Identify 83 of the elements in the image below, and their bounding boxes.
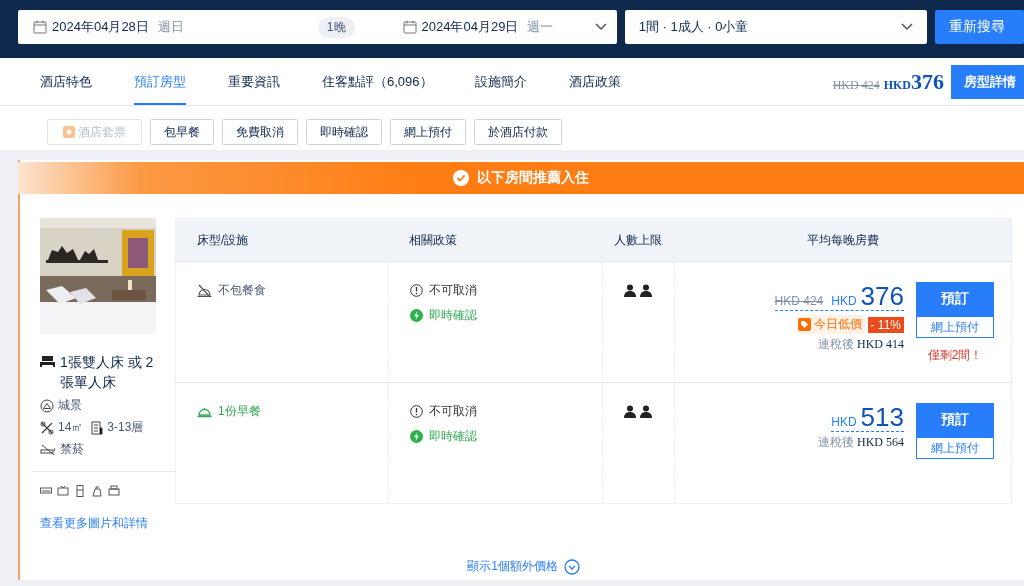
no-meal-icon [197, 283, 212, 298]
chevron-circle-icon [563, 558, 580, 575]
column-header: 人數上限 [602, 218, 674, 262]
original-price: HKD 424 [832, 77, 880, 93]
floor-range: 3-13層 [107, 419, 144, 436]
bed-icon [40, 355, 55, 368]
nav-tab[interactable]: 酒店政策 [568, 58, 621, 105]
calendar-icon [402, 20, 417, 34]
price-value: 513 [860, 403, 904, 431]
prepay-button[interactable]: 網上預付 [916, 316, 994, 338]
person-icon [640, 405, 652, 418]
person-icon [624, 405, 636, 418]
person-icon [640, 284, 652, 297]
lightning-icon [409, 309, 423, 322]
cancellation-policy: 不可取消 [428, 282, 477, 299]
filter-chip[interactable]: 即時確認 [306, 119, 382, 145]
cancellation-policy: 不可取消 [428, 403, 477, 420]
original-price: HKD 424 [774, 294, 824, 308]
instant-confirmation: 即時確認 [428, 428, 477, 445]
show-more-prices-link[interactable]: 顯示1個額外價格 [467, 558, 558, 575]
book-button[interactable]: 預訂 [916, 403, 994, 437]
room-size: 14㎡ [58, 419, 84, 436]
info-icon [409, 405, 423, 418]
tv-icon [57, 485, 69, 497]
fridge-icon [74, 485, 86, 497]
area-icon [40, 420, 54, 435]
meal-plan: 不包餐食 [218, 282, 266, 299]
checkout-date: 2024年04月29日 [421, 18, 519, 36]
cloche-icon [197, 405, 212, 418]
calendar-icon [33, 20, 47, 34]
person-icon [624, 284, 636, 297]
nav-tab[interactable]: 酒店特色 [40, 58, 92, 105]
checkout-day: 週一 [527, 18, 554, 36]
check-circle-icon [453, 170, 469, 186]
filter-chip[interactable]: 網上預付 [390, 119, 466, 145]
nav-tab[interactable]: 重要資訊 [228, 58, 280, 105]
meal-plan: 1份早餐 [218, 403, 261, 420]
bed-type: 1張雙人床 或 2張單人床 [60, 353, 155, 392]
printer-icon [108, 485, 120, 497]
filter-chip[interactable]: 免費取消 [222, 119, 298, 145]
lightning-icon [409, 430, 423, 443]
banner-text: 以下房間推薦入住 [477, 169, 589, 187]
filter-chip[interactable]: 於酒店付款 [474, 119, 562, 145]
view-icon [40, 398, 54, 413]
info-icon [409, 284, 423, 297]
chevron-down-icon [901, 23, 914, 31]
prepay-button[interactable]: 網上預付 [916, 437, 994, 459]
column-header: 相關政策 [388, 218, 602, 262]
checkin-day: 週日 [157, 18, 184, 36]
column-header: 平均每晚房費 [674, 218, 1012, 262]
package-icon [63, 126, 75, 138]
book-button[interactable]: 預訂 [916, 282, 994, 316]
nav-tab[interactable]: 住客點評（6,096） [322, 58, 433, 105]
currency-label: HKD [831, 415, 857, 429]
room-details-button[interactable]: 房型詳情 [951, 64, 1024, 99]
more-details-link[interactable]: 查看更多圖片和詳情 [40, 515, 148, 532]
guests-dropdown[interactable]: 1間 · 1成人 · 0小童 [624, 10, 928, 44]
date-range-field[interactable]: 2024年04月28日 週日 1晚 2024年04月29日 週一 [18, 10, 617, 44]
column-header: 床型/設施 [175, 218, 388, 262]
chevron-down-icon [594, 23, 607, 31]
tag-icon [797, 318, 811, 331]
filter-chip[interactable]: 包早餐 [150, 119, 214, 145]
availability-note: 僅剩2間！ [927, 347, 983, 364]
nav-tab[interactable]: 設施簡介 [474, 58, 527, 105]
currency-label: HKD [831, 294, 857, 308]
air-conditioner-icon [40, 485, 52, 497]
checkin-date: 2024年04月28日 [52, 18, 149, 36]
deal-tag: 今日低價 [797, 315, 865, 334]
search-button[interactable]: 重新搜尋 [935, 10, 1024, 44]
guests-value: 1間 · 1成人 · 0小童 [638, 18, 749, 36]
kettle-icon [91, 485, 103, 497]
after-tax-price: 連稅後 HKD 414 [817, 336, 904, 353]
discount-badge: - 11% [867, 316, 904, 333]
price-value: 376 [911, 68, 944, 95]
after-tax-price: 連稅後 HKD 564 [817, 434, 904, 451]
smoking-policy: 禁菸 [60, 441, 84, 458]
no-smoking-icon [40, 443, 56, 456]
currency-label: HKD [883, 77, 911, 93]
nights-badge: 1晚 [317, 16, 355, 38]
building-icon [91, 420, 104, 435]
price-value: 376 [860, 282, 904, 310]
room-view: 城景 [58, 397, 82, 414]
instant-confirmation: 即時確認 [428, 307, 477, 324]
